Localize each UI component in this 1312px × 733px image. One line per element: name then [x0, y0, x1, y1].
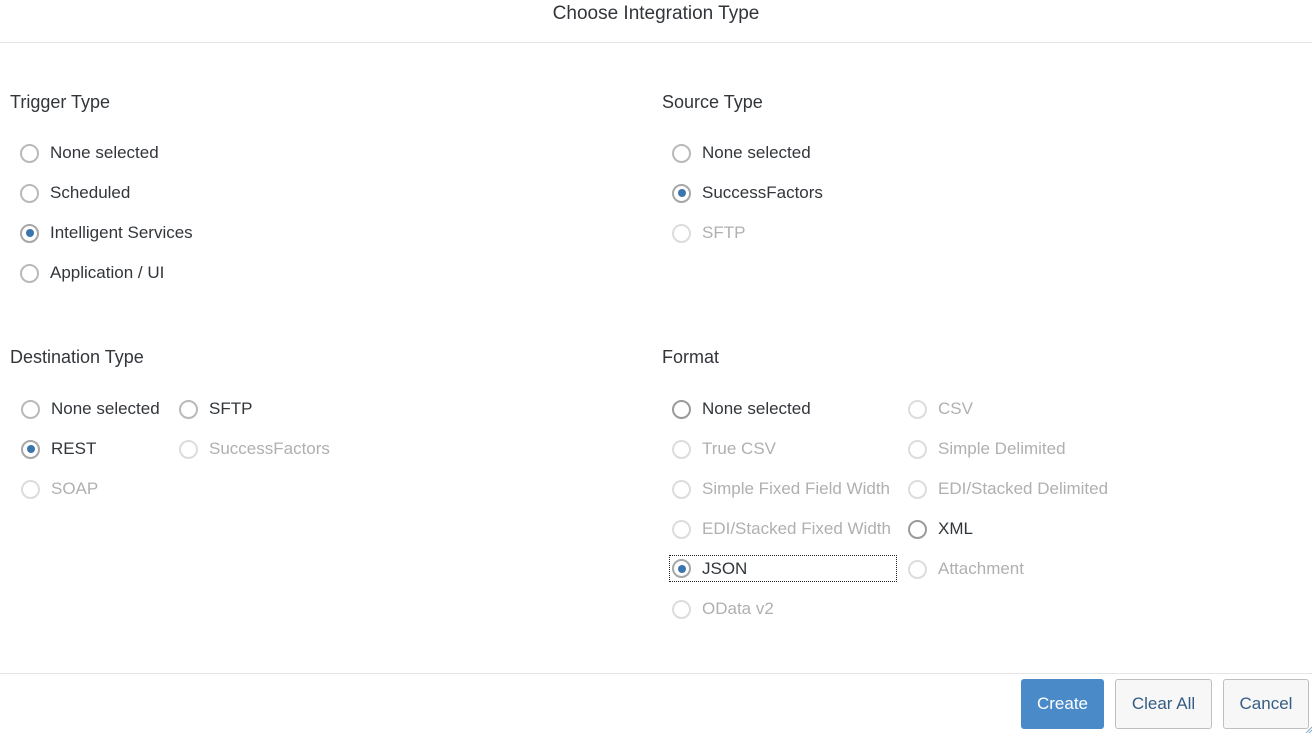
source-type-title: Source Type: [662, 92, 763, 112]
radio-icon: [21, 479, 40, 499]
radio-label: Scheduled: [50, 183, 131, 202]
radio-label: EDI/Stacked Fixed Width: [702, 519, 891, 538]
radio-icon: [672, 399, 691, 419]
radio-label: JSON: [702, 558, 748, 578]
format-option-none-selected[interactable]: None selected: [672, 397, 811, 421]
source-option-none-selected[interactable]: None selected: [672, 141, 811, 165]
create-button[interactable]: Create: [1021, 679, 1104, 729]
radio-label: None selected: [51, 399, 160, 418]
radio-label: Intelligent Services: [50, 223, 193, 242]
radio-label: CSV: [938, 399, 973, 418]
source-option-sftp: SFTP: [672, 221, 745, 245]
radio-label: True CSV: [702, 439, 777, 458]
destination-option-successfactors: SuccessFactors: [179, 437, 330, 461]
radio-icon: [908, 519, 927, 539]
resize-grip-icon[interactable]: [1304, 725, 1312, 733]
radio-label: SFTP: [702, 223, 746, 242]
destination-option-sftp[interactable]: SFTP: [179, 397, 252, 421]
format-option-json[interactable]: JSON: [669, 555, 897, 582]
radio-label: Application / UI: [50, 263, 165, 282]
radio-label: XML: [938, 519, 973, 538]
radio-label: SuccessFactors: [209, 439, 330, 458]
format-option-edi-stacked-delimited: EDI/Stacked Delimited: [908, 477, 1108, 501]
format-option-xml[interactable]: XML: [908, 517, 973, 541]
format-option-attachment: Attachment: [908, 557, 1024, 581]
format-option-true-csv: True CSV: [672, 437, 776, 461]
destination-option-soap: SOAP: [21, 477, 98, 501]
radio-icon: [672, 439, 691, 459]
radio-selected-icon: [21, 439, 40, 459]
radio-label: Simple Delimited: [938, 439, 1066, 458]
format-section: Format None selected CSV True CSV Simple…: [662, 347, 1262, 627]
radio-icon: [908, 559, 927, 579]
radio-icon: [179, 399, 198, 419]
format-option-csv: CSV: [908, 397, 973, 421]
radio-icon: [672, 223, 691, 243]
source-option-successfactors[interactable]: SuccessFactors: [672, 181, 823, 205]
radio-icon: [908, 479, 927, 499]
radio-icon: [672, 519, 691, 539]
radio-label: None selected: [50, 143, 159, 162]
radio-label: SOAP: [51, 479, 99, 498]
format-option-odata-v2: OData v2: [672, 597, 774, 621]
trigger-option-scheduled[interactable]: Scheduled: [20, 181, 130, 205]
radio-icon: [672, 599, 691, 619]
radio-label: EDI/Stacked Delimited: [938, 479, 1109, 498]
radio-icon: [908, 399, 927, 419]
destination-option-none-selected[interactable]: None selected: [21, 397, 160, 421]
format-option-edi-stacked-fixed-width: EDI/Stacked Fixed Width: [672, 517, 891, 541]
radio-label: Attachment: [938, 559, 1024, 578]
trigger-option-none-selected[interactable]: None selected: [20, 141, 159, 165]
radio-icon: [908, 439, 927, 459]
radio-icon: [21, 399, 40, 419]
radio-label: SuccessFactors: [702, 183, 823, 202]
radio-label: None selected: [702, 399, 811, 418]
radio-label: None selected: [702, 143, 811, 162]
radio-selected-icon: [672, 559, 691, 578]
radio-icon: [20, 143, 39, 163]
format-option-simple-delimited: Simple Delimited: [908, 437, 1066, 461]
source-type-section: Source Type None selected SuccessFactors…: [662, 92, 1262, 292]
destination-option-rest[interactable]: REST: [21, 437, 96, 461]
radio-label: OData v2: [702, 599, 774, 618]
clear-all-button[interactable]: Clear All: [1115, 679, 1212, 729]
dialog-header: Choose Integration Type: [0, 0, 1312, 43]
radio-selected-icon: [672, 183, 691, 203]
cancel-button[interactable]: Cancel: [1223, 679, 1309, 729]
destination-type-section: Destination Type None selected SFTP REST…: [10, 347, 610, 507]
destination-type-title: Destination Type: [10, 347, 144, 367]
radio-label: SFTP: [209, 399, 253, 418]
format-option-simple-fixed-field-width: Simple Fixed Field Width: [672, 477, 890, 501]
radio-selected-icon: [20, 223, 39, 243]
radio-icon: [672, 143, 691, 163]
radio-label: Simple Fixed Field Width: [702, 479, 891, 498]
dialog-footer: Create Clear All Cancel: [0, 673, 1312, 733]
radio-label: REST: [51, 439, 97, 458]
radio-icon: [20, 183, 39, 203]
radio-icon: [672, 479, 691, 499]
dialog-title: Choose Integration Type: [552, 3, 760, 24]
trigger-type-title: Trigger Type: [10, 92, 111, 112]
format-title: Format: [662, 347, 720, 367]
radio-icon: [20, 263, 39, 283]
trigger-option-intelligent-services[interactable]: Intelligent Services: [20, 221, 193, 245]
trigger-type-section: Trigger Type None selected Scheduled Int…: [10, 92, 610, 292]
radio-icon: [179, 439, 198, 459]
trigger-option-application-ui[interactable]: Application / UI: [20, 261, 164, 285]
